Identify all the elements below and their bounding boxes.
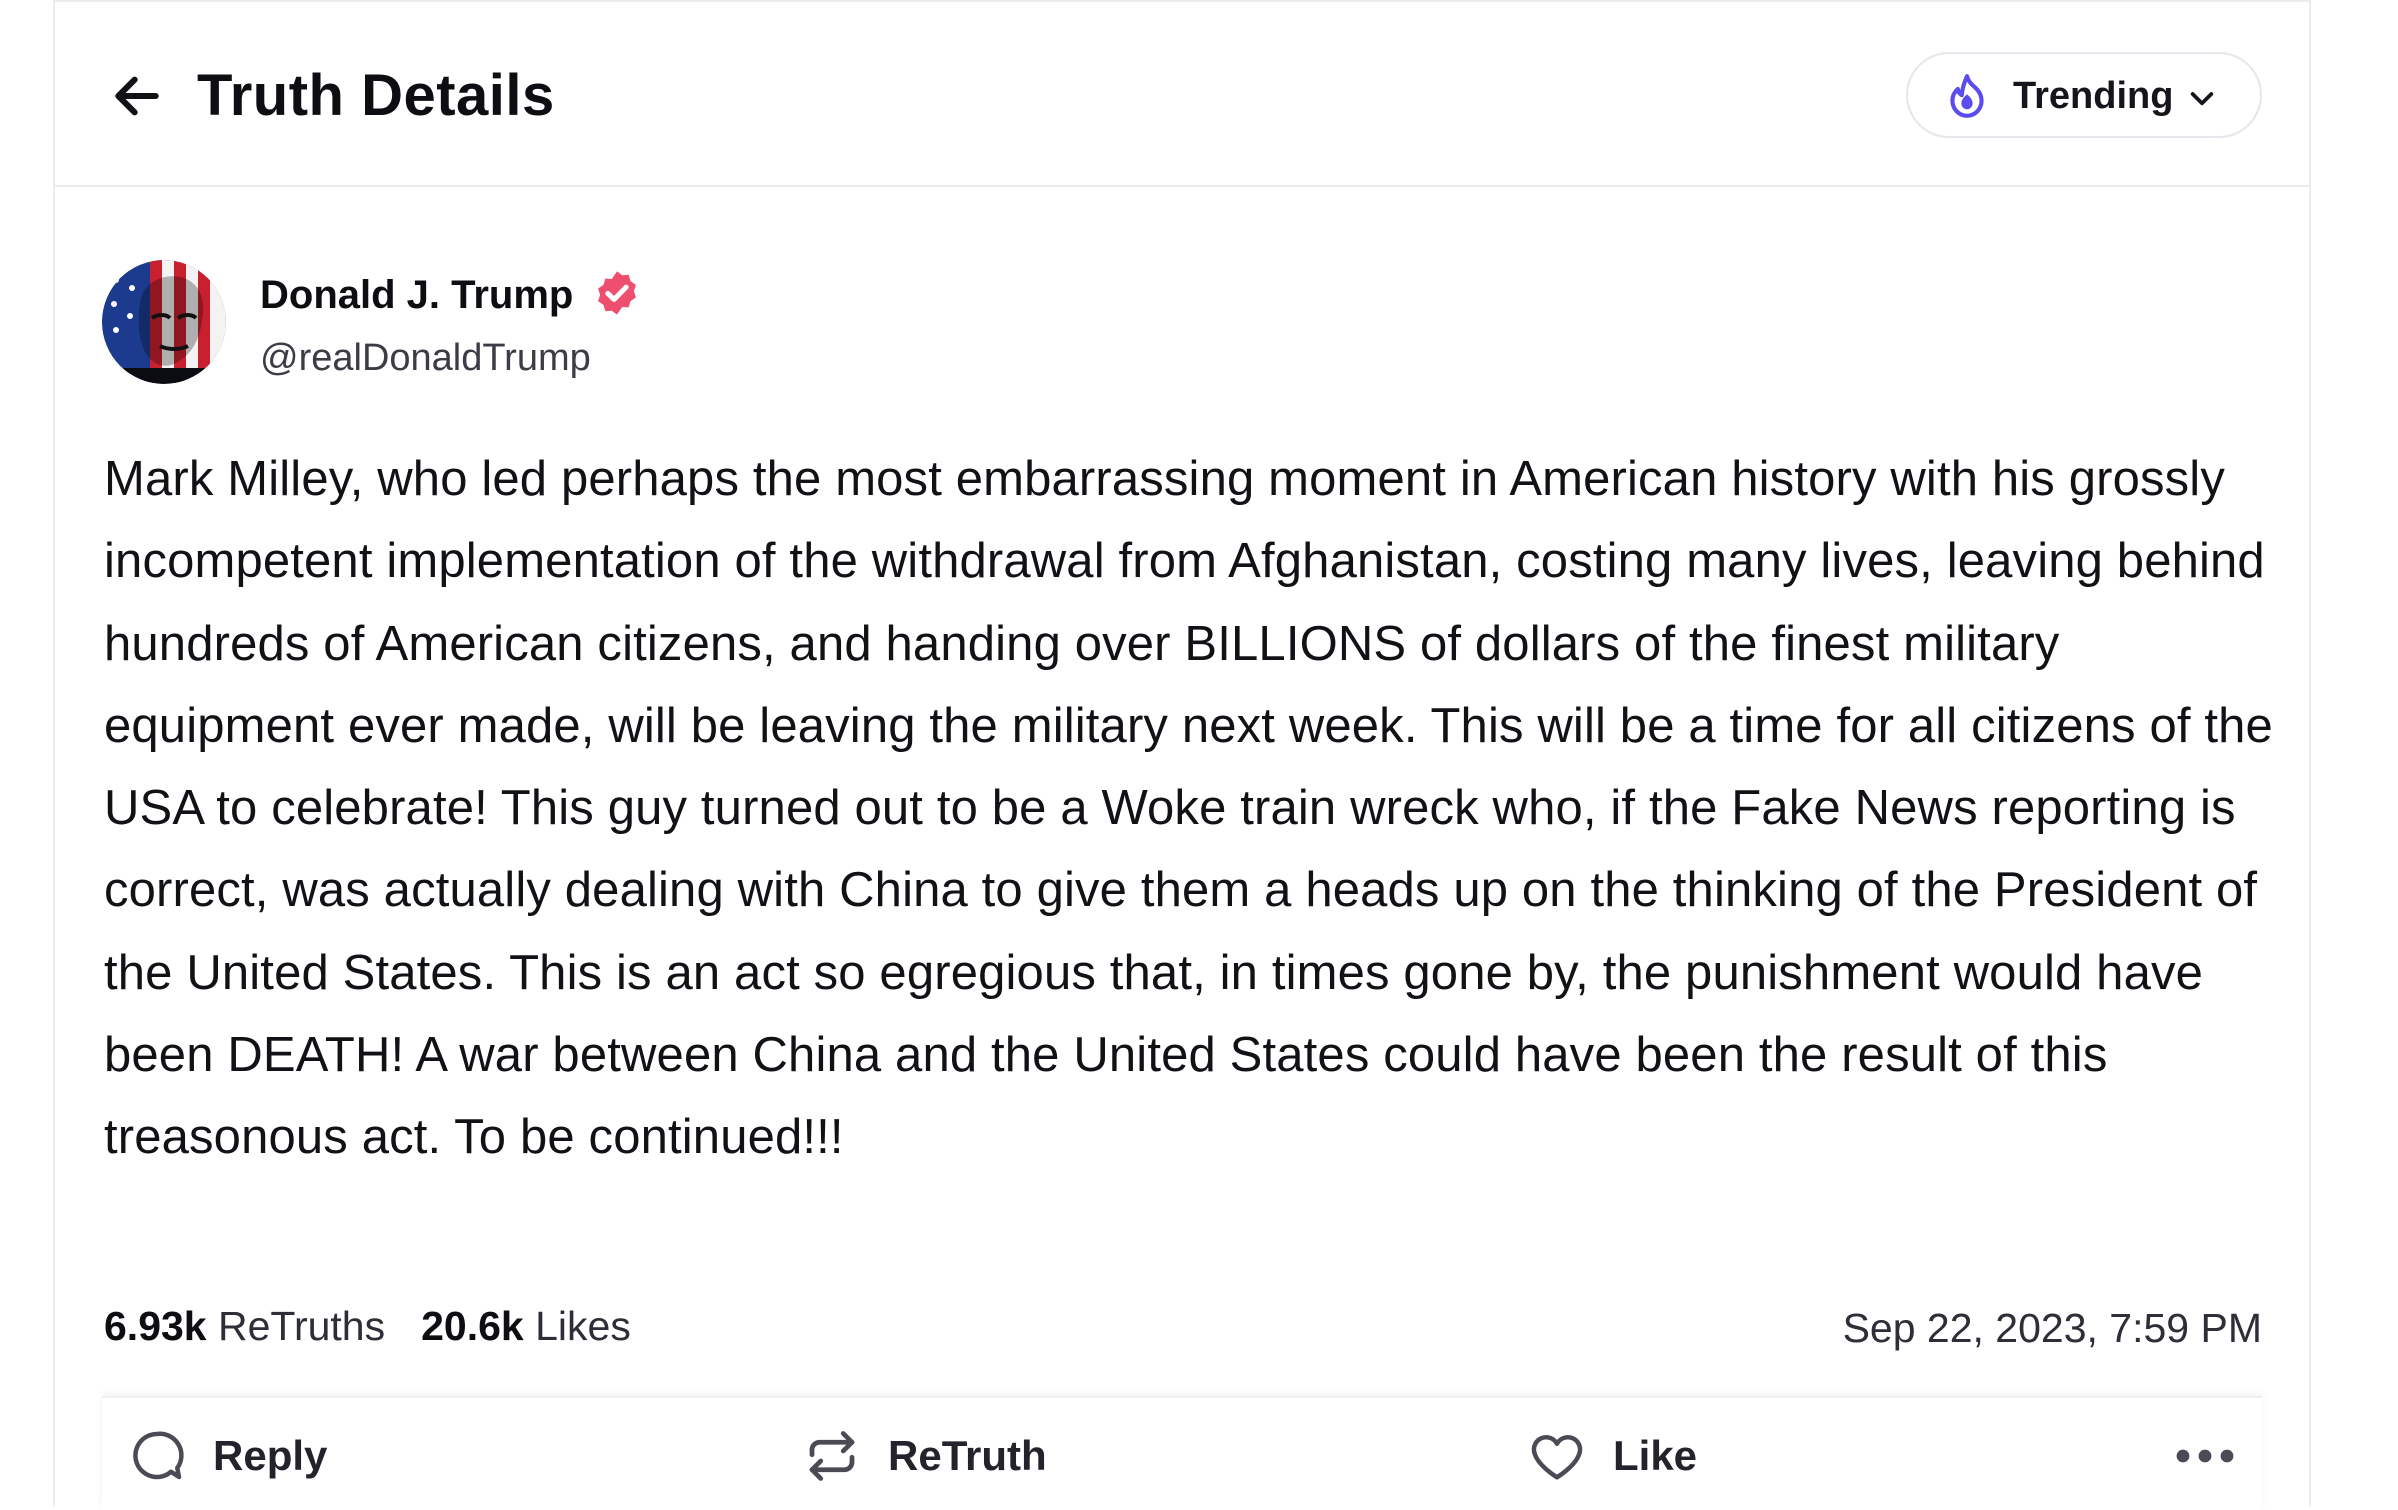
retruths-stat[interactable]: 6.93k ReTruths	[104, 1303, 385, 1349]
likes-count: 20.6k	[421, 1303, 524, 1349]
arrow-left-icon	[115, 76, 159, 116]
likes-label: Likes	[535, 1303, 631, 1349]
chevron-down-icon	[2190, 92, 2214, 106]
avatar-image	[102, 260, 226, 384]
post-text: Mark Milley, who led perhaps the most em…	[104, 452, 2273, 1165]
reply-label: Reply	[213, 1432, 328, 1479]
author-display-name[interactable]: Donald J. Trump	[260, 270, 573, 320]
reply-icon	[133, 1431, 184, 1480]
likes-stat[interactable]: 20.6k Likes	[421, 1303, 631, 1349]
page-title: Truth Details	[197, 63, 555, 128]
verified-badge-icon	[598, 271, 636, 315]
retruth-label: ReTruth	[888, 1432, 1047, 1479]
author-avatar[interactable]	[102, 260, 226, 384]
feed-selector-dropdown[interactable]: Trending	[1906, 52, 2262, 138]
flame-icon	[1950, 74, 1984, 118]
like-label: Like	[1613, 1432, 1698, 1479]
retruths-count: 6.93k	[104, 1303, 207, 1349]
feed-selector-label: Trending	[2013, 75, 2174, 117]
back-button[interactable]	[105, 64, 169, 128]
post-action-bar: Reply ReTruth Like	[55, 1396, 2309, 1510]
retruth-button[interactable]: ReTruth	[802, 1426, 1047, 1486]
like-button[interactable]: Like	[1527, 1426, 1697, 1486]
action-bar-background	[102, 1396, 2262, 1510]
retruths-label: ReTruths	[218, 1303, 386, 1349]
post-stats: 6.93k ReTruths 20.6k Likes	[104, 1298, 631, 1354]
page-header: Truth Details Trending	[55, 2, 2309, 187]
reply-button[interactable]: Reply	[127, 1426, 327, 1486]
post-timestamp: Sep 22, 2023, 7:59 PM	[1842, 1305, 2262, 1351]
author-handle[interactable]: @realDonaldTrump	[260, 334, 591, 382]
more-horizontal-icon[interactable]	[2175, 1436, 2235, 1476]
heart-icon	[1531, 1435, 1583, 1480]
post-detail-panel: Truth Details Trending Donald J. Trump @…	[53, 0, 2311, 1510]
retruth-icon	[809, 1431, 855, 1481]
